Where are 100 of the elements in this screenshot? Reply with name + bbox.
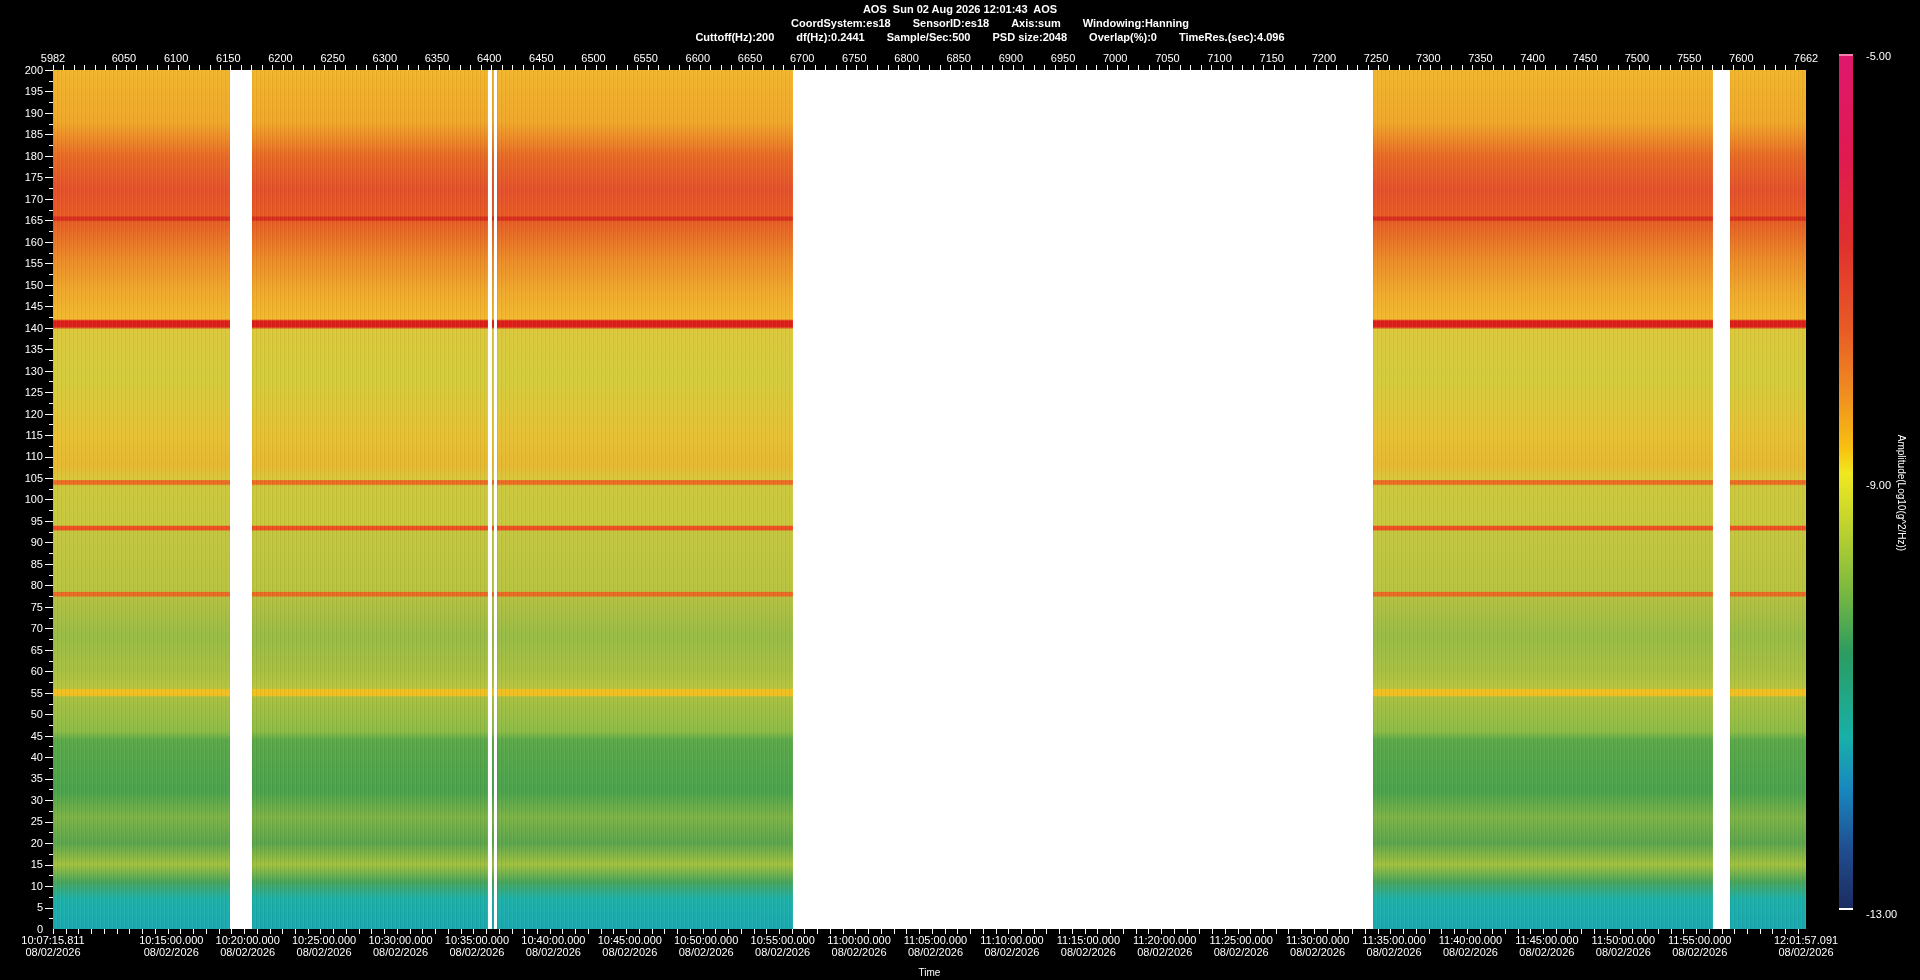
chart-title: AOS Sun 02 Aug 2026 12:01:43 AOS [862, 3, 1058, 16]
frequency-axis-label: 95 [30, 513, 43, 528]
sample-axis-label: 6250 [320, 52, 345, 64]
setting-label: Axis:sum [1011, 17, 1061, 30]
time-axis-label: 11:30:00.000 [1285, 934, 1350, 946]
color-scale-title: Amplitude(Log10(g^2/Hz)) [1895, 434, 1907, 552]
time-axis-label: 11:15:00.000 [1056, 934, 1121, 946]
sample-axis-label: 6750 [842, 52, 867, 64]
frequency-axis-label: 70 [30, 621, 43, 636]
sample-axis-label: 7450 [1572, 52, 1597, 64]
frequency-axis-label: 120 [24, 406, 43, 421]
frequency-axis-label: 145 [24, 299, 43, 314]
sample-axis-label: 6800 [894, 52, 919, 64]
sample-axis-label: 7250 [1363, 52, 1389, 64]
sample-axis-label: 7550 [1676, 52, 1702, 64]
sample-axis-label: 6400 [476, 52, 502, 64]
parameter-label: Cuttoff(Hz):200 [695, 31, 775, 44]
date-axis-label: 08/02/2026 [831, 946, 887, 958]
time-axis-label: 10:07:15.811 [21, 934, 85, 946]
frequency-axis-label: 30 [30, 792, 43, 807]
color-scale-label: -5.00 [1866, 50, 1892, 62]
time-axis-label: 11:25:00.000 [1209, 934, 1273, 946]
sample-axis-label: 7500 [1624, 52, 1650, 64]
sample-axis-label: 6600 [685, 52, 711, 64]
frequency-axis-label: 180 [24, 148, 43, 163]
date-axis-label: 08/02/2026 [1213, 946, 1269, 958]
sample-axis-label: 6200 [268, 52, 293, 64]
time-axis-label: 11:05:00.000 [903, 934, 968, 946]
date-axis-label: 08/02/2026 [25, 946, 81, 958]
time-axis-label: 12:01:57.091 [1773, 934, 1839, 946]
frequency-axis-label: 110 [25, 449, 43, 464]
sample-axis-label: 5982 [40, 52, 66, 64]
time-axis-label: 10:35:00.000 [444, 934, 510, 946]
frequency-axis-label: 130 [24, 363, 43, 378]
frequency-axis-label: 80 [30, 578, 43, 593]
date-axis-label: 08/02/2026 [143, 946, 199, 958]
frequency-axis-label: 40 [30, 750, 43, 764]
time-axis-label: 11:10:00.000 [980, 934, 1044, 946]
sample-axis-label: 7600 [1729, 52, 1754, 64]
time-axis-label: 10:15:00.000 [139, 934, 204, 946]
frequency-axis-label: 15 [30, 857, 43, 872]
sample-axis-label: 7000 [1103, 52, 1128, 64]
time-axis-label: 10:30:00.000 [368, 934, 433, 946]
time-axis-label: 11:55:00.000 [1668, 934, 1732, 946]
frequency-axis-label: 75 [30, 599, 43, 614]
color-scale-label: -13.00 [1866, 908, 1898, 920]
date-axis-label: 08/02/2026 [755, 946, 811, 958]
date-axis-label: 08/02/2026 [1060, 946, 1116, 958]
time-axis-label: 10:55:00.000 [750, 934, 815, 946]
sample-axis-label: 7050 [1155, 52, 1180, 64]
sample-axis-label: 7350 [1468, 52, 1493, 64]
sample-axis-label: 7300 [1416, 52, 1441, 64]
sample-axis-label: 7662 [1793, 52, 1819, 64]
sample-axis-label: 6100 [163, 52, 189, 64]
frequency-axis-label: 50 [30, 707, 43, 722]
date-axis-label: 08/02/2026 [984, 946, 1040, 958]
date-axis-label: 08/02/2026 [1290, 946, 1346, 958]
sample-axis-label: 6650 [737, 52, 763, 64]
date-axis-label: 08/02/2026 [1442, 946, 1498, 958]
frequency-axis-label: 10 [30, 878, 43, 893]
setting-label: CoordSystem:es18 [791, 17, 891, 30]
frequency-axis-label: 20 [30, 835, 43, 850]
sample-axis-label: 6450 [529, 52, 554, 64]
time-axis-label: 10:20:00.000 [215, 934, 280, 946]
frequency-axis-label: 0 [36, 921, 43, 936]
sample-axis-label: 6050 [111, 52, 137, 64]
time-axis-label: 11:50:00.000 [1591, 934, 1655, 946]
sample-axis-label: 6350 [424, 52, 450, 64]
time-axis-label: 10:25:00.000 [292, 934, 357, 946]
sample-axis-label: 7150 [1259, 52, 1284, 64]
frequency-axis-label: 155 [24, 256, 43, 271]
date-axis-label: 08/02/2026 [525, 946, 581, 958]
sample-axis-label: 6850 [946, 52, 971, 64]
sample-axis-label: 7400 [1520, 52, 1545, 64]
sample-axis-label: 6300 [372, 52, 398, 64]
frequency-axis-label: 115 [25, 427, 43, 442]
frequency-axis-label: 25 [30, 814, 43, 829]
frequency-axis-label: 170 [24, 191, 43, 206]
frequency-axis-label: 190 [24, 105, 43, 120]
time-axis-label: 11:45:00.000 [1515, 934, 1579, 946]
date-axis-label: 08/02/2026 [678, 946, 734, 958]
date-axis-label: 08/02/2026 [296, 946, 352, 958]
parameter-label: Overlap(%):0 [1089, 31, 1157, 44]
frequency-axis-label: 160 [24, 234, 43, 249]
frequency-axis-label: 135 [24, 342, 43, 357]
date-axis-label: 08/02/2026 [1519, 946, 1575, 958]
sample-axis-label: 6900 [998, 52, 1024, 64]
color-scale-label: -9.00 [1866, 479, 1892, 491]
date-axis-label: 08/02/2026 [220, 946, 276, 958]
date-axis-label: 08/02/2026 [602, 946, 658, 958]
frequency-axis-label: 45 [30, 728, 43, 743]
sample-axis-label: 7100 [1207, 52, 1232, 64]
frequency-axis-label: 85 [30, 556, 43, 571]
parameter-label: TimeRes.(sec):4.096 [1178, 31, 1285, 44]
sample-axis-label: 6150 [216, 52, 241, 64]
frequency-axis-label: 200 [24, 63, 43, 77]
frequency-axis-label: 90 [30, 535, 43, 550]
parameter-label: Sample/Sec:500 [886, 31, 971, 44]
time-axis-label: 11:20:00.000 [1133, 934, 1197, 946]
time-axis-label: 10:40:00.000 [521, 934, 586, 946]
